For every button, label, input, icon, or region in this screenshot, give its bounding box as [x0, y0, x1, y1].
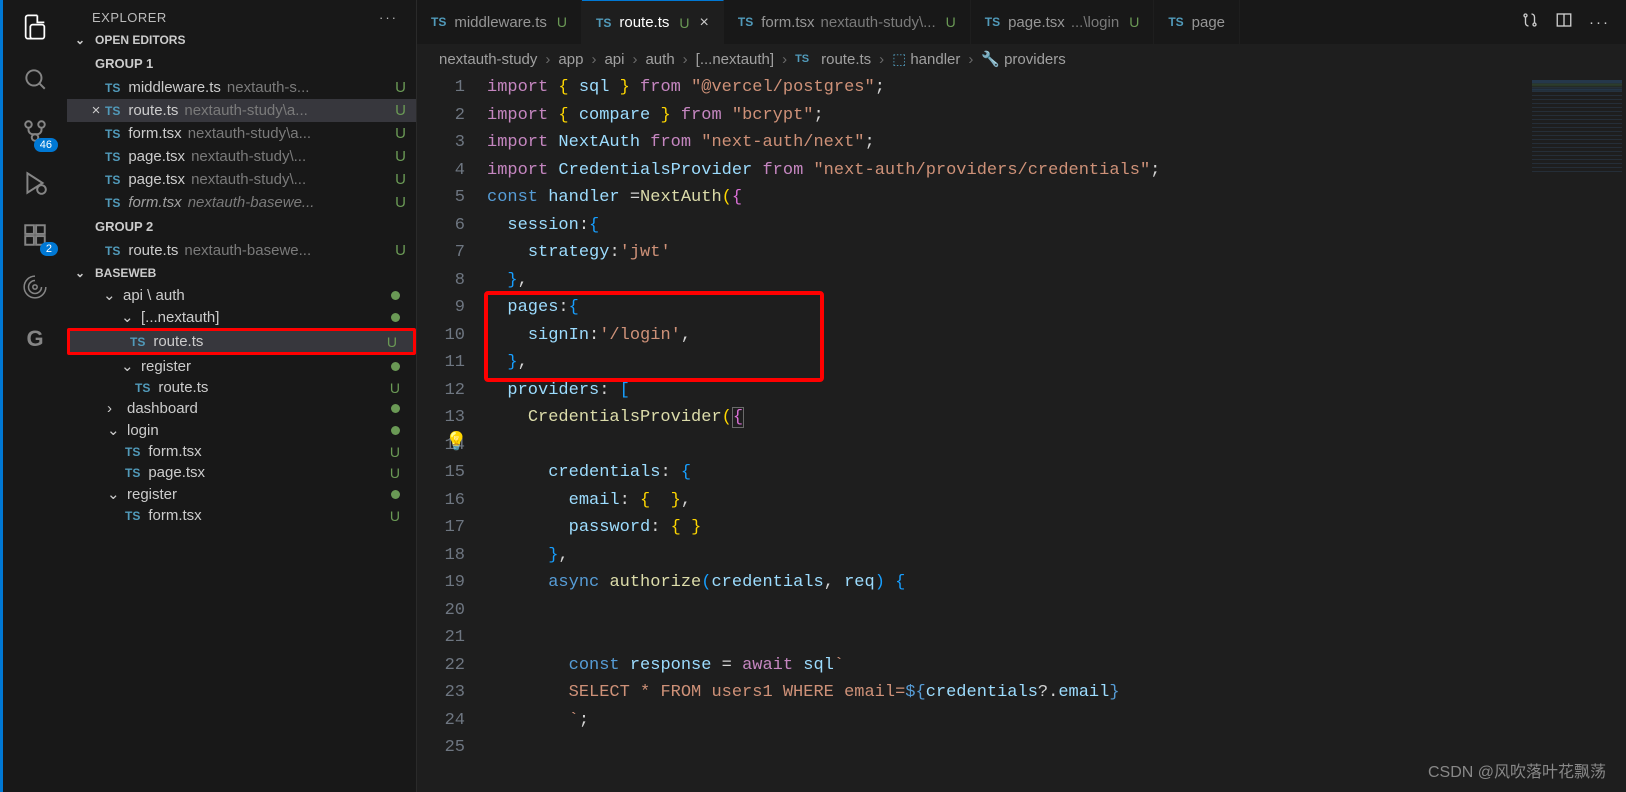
tab-active[interactable]: TSroute.tsU× — [582, 0, 724, 44]
open-editor-item[interactable]: TSroute.tsnextauth-basewe...U — [67, 239, 416, 262]
open-editor-item[interactable]: TSmiddleware.tsnextauth-s...U — [67, 76, 416, 99]
close-icon[interactable]: × — [87, 102, 105, 119]
chevron-down-icon: ⌄ — [75, 33, 91, 47]
tree-file[interactable]: TSroute.tsU — [67, 377, 416, 398]
tab-bar: TSmiddleware.tsU TSroute.tsU× TSform.tsx… — [417, 0, 1626, 44]
open-editor-item[interactable]: TSform.tsxnextauth-basewe...U — [67, 191, 416, 214]
open-editor-item[interactable]: TSpage.tsxnextauth-study\...U — [67, 168, 416, 191]
breadcrumb[interactable]: nextauth-study› app› api› auth› [...next… — [417, 44, 1626, 74]
ext-badge: 2 — [40, 242, 58, 256]
tree-file[interactable]: TSform.tsxU — [67, 441, 416, 462]
compare-icon[interactable] — [1521, 11, 1539, 33]
tree-file-route[interactable]: TSroute.tsU — [67, 328, 416, 355]
group-2-label: GROUP 2 — [67, 214, 416, 239]
search-icon[interactable] — [18, 62, 52, 96]
extensions-icon[interactable]: 2 — [18, 218, 52, 252]
g-icon[interactable]: G — [18, 322, 52, 356]
tab[interactable]: TSpage — [1154, 0, 1240, 44]
debug-icon[interactable] — [18, 166, 52, 200]
editor-main: TSmiddleware.tsU TSroute.tsU× TSform.tsx… — [417, 0, 1626, 792]
chevron-down-icon: ⌄ — [75, 266, 91, 280]
open-editor-item[interactable]: TSpage.tsxnextauth-study\...U — [67, 145, 416, 168]
explorer-title: EXPLORER — [92, 10, 167, 25]
code-content[interactable]: 💡 import { sql } from "@vercel/postgres"… — [487, 74, 1626, 792]
tree-folder[interactable]: ⌄register — [67, 355, 416, 377]
group-1-label: GROUP 1 — [67, 51, 416, 76]
tab[interactable]: TSpage.tsx...\loginU — [971, 0, 1155, 44]
scm-badge: 46 — [34, 138, 58, 152]
watermark: CSDN @风吹落叶花飘荡 — [1428, 758, 1606, 782]
tree-file[interactable]: TSpage.tsxU — [67, 462, 416, 483]
tree-folder[interactable]: ⌄api \ auth — [67, 284, 416, 306]
tree-folder[interactable]: ⌄login — [67, 419, 416, 441]
explorer-sidebar: EXPLORER ··· ⌄ OPEN EDITORS GROUP 1 TSmi… — [67, 0, 417, 792]
more-icon[interactable]: ··· — [379, 10, 398, 25]
code-editor[interactable]: 1234567891011121314151617181920212223242… — [417, 74, 1626, 792]
workspace-section[interactable]: ⌄ BASEWEB — [67, 262, 416, 284]
open-editor-item[interactable]: TSform.tsxnextauth-study\a...U — [67, 122, 416, 145]
explorer-icon[interactable] — [18, 10, 52, 44]
tab[interactable]: TSmiddleware.tsU — [417, 0, 582, 44]
tree-folder[interactable]: ›dashboard — [67, 398, 416, 419]
open-editor-item[interactable]: ×TSroute.tsnextauth-study\a...U — [67, 99, 416, 122]
tab[interactable]: TSform.tsxnextauth-study\...U — [724, 0, 971, 44]
tree-file[interactable]: TSform.tsxU — [67, 505, 416, 526]
more-icon[interactable]: ··· — [1589, 14, 1610, 31]
tree-folder[interactable]: ⌄register — [67, 483, 416, 505]
open-editors-section[interactable]: ⌄ OPEN EDITORS — [67, 29, 416, 51]
tree-folder[interactable]: ⌄[...nextauth] — [67, 306, 416, 328]
lightbulb-icon[interactable]: 💡 — [445, 430, 467, 458]
minimap[interactable] — [1532, 80, 1622, 175]
close-icon[interactable]: × — [700, 14, 709, 32]
split-icon[interactable] — [1555, 11, 1573, 33]
openai-icon[interactable] — [18, 270, 52, 304]
activity-bar: 46 2 G — [0, 0, 67, 792]
source-control-icon[interactable]: 46 — [18, 114, 52, 148]
